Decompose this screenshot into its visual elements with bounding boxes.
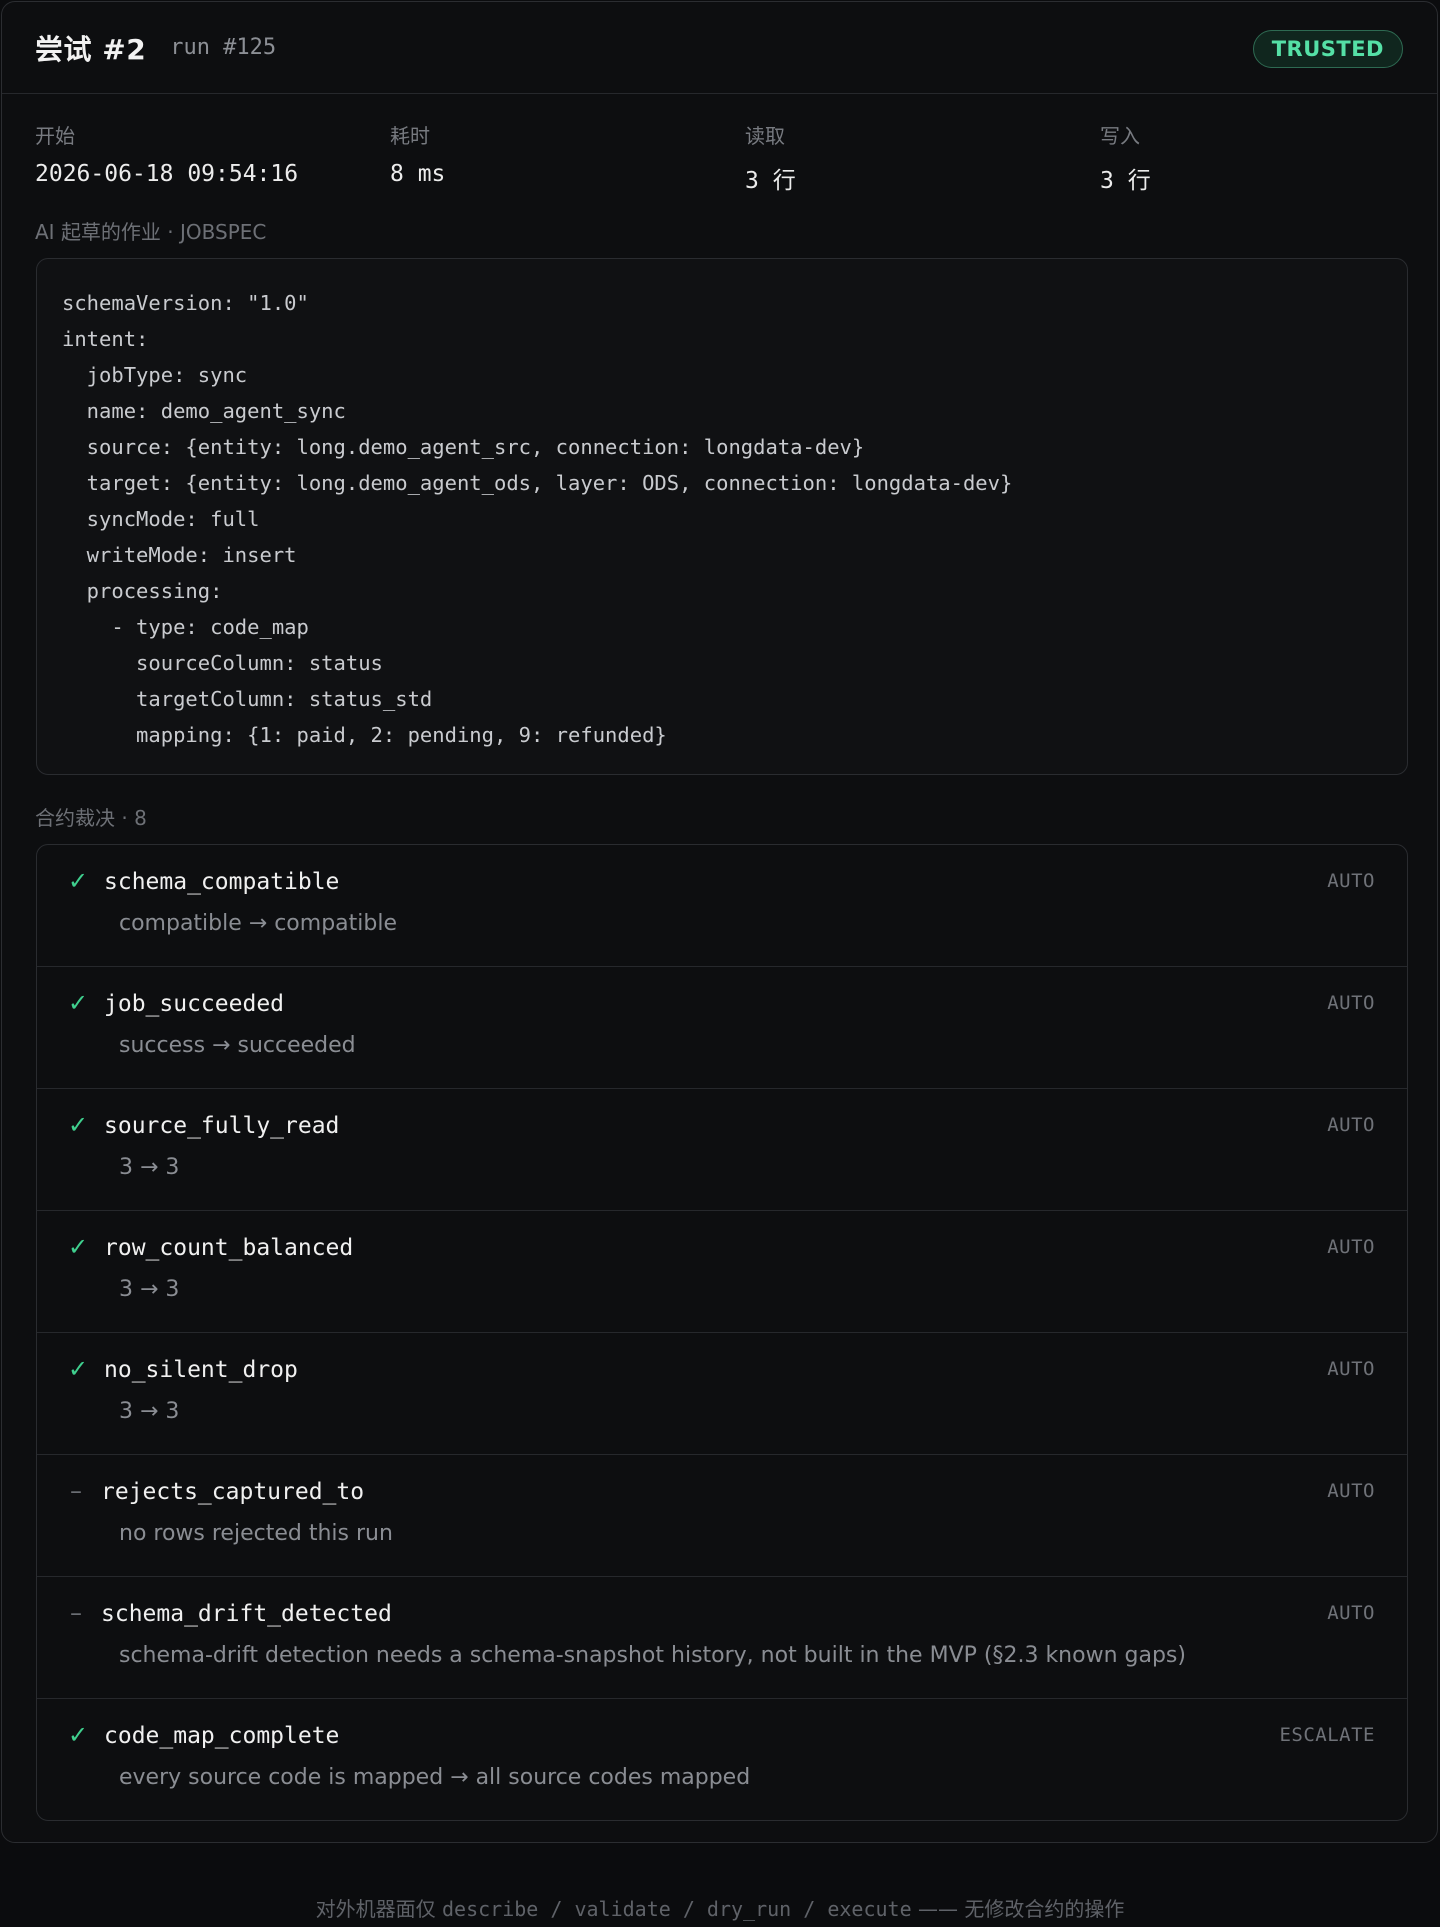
verdict-detail: every source code is mapped → all source… <box>119 1765 751 1790</box>
verdict-mode: AUTO <box>1327 1480 1375 1502</box>
attempt-card: 尝试 #2 run #125 TRUSTED 开始 2026-06-18 09:… <box>1 1 1438 1843</box>
verdict-row: ✓ row_count_balanced AUTO 3 → 3 <box>37 1211 1407 1333</box>
verdict-mode: AUTO <box>1327 1236 1375 1258</box>
verdict-name: no_silent_drop <box>104 1357 298 1383</box>
verdict-detail: success → succeeded <box>119 1033 356 1058</box>
verdict-name: rejects_captured_to <box>101 1479 365 1505</box>
check-icon: ✓ <box>68 1355 89 1383</box>
verdict-row: ✓ source_fully_read AUTO 3 → 3 <box>37 1089 1407 1211</box>
footer-prefix: 对外机器面仅 <box>315 1897 443 1921</box>
verdict-list: ✓ schema_compatible AUTO compatible → compa… <box>36 844 1408 1821</box>
attempt-title: 尝试 #2 <box>35 32 147 66</box>
verdict-row: – rejects_captured_to AUTO no rows rejected… <box>37 1455 1407 1577</box>
dash-icon: – <box>70 1599 82 1627</box>
verdict-row: ✓ code_map_complete ESCALATE every source c… <box>37 1699 1407 1820</box>
verdict-detail: compatible → compatible <box>119 911 397 936</box>
verdict-detail: 3 → 3 <box>119 1155 180 1180</box>
stat-value: 8 ms <box>390 161 446 187</box>
verdict-mode: ESCALATE <box>1279 1724 1375 1746</box>
attempt-header: 尝试 #2 run #125 TRUSTED <box>2 2 1437 94</box>
stat-label: 读取 <box>745 124 785 148</box>
check-icon: ✓ <box>68 989 89 1017</box>
stat-read: 读取 3 行 <box>745 120 796 195</box>
check-icon: ✓ <box>68 1233 89 1261</box>
stat-value: 3 行 <box>1100 168 1151 194</box>
verdict-detail: no rows rejected this run <box>119 1521 393 1546</box>
verdict-mode: AUTO <box>1327 1358 1375 1380</box>
jobspec-code-block: schemaVersion: "1.0" intent: jobType: sy… <box>36 258 1408 775</box>
check-icon: ✓ <box>68 1111 89 1139</box>
verdict-mode: AUTO <box>1327 1114 1375 1136</box>
verdicts-section-label: 合约裁决 · 8 <box>35 806 147 830</box>
footer-suffix: —— 无修改合约的操作 <box>911 1897 1125 1921</box>
verdict-name: schema_drift_detected <box>101 1601 392 1627</box>
dash-icon: – <box>70 1477 82 1505</box>
stat-written: 写入 3 行 <box>1100 120 1151 195</box>
check-icon: ✓ <box>68 867 89 895</box>
stat-label: 写入 <box>1100 124 1140 148</box>
verdict-name: job_succeeded <box>104 991 285 1017</box>
verdict-detail: schema-drift detection needs a schema-sn… <box>119 1643 1186 1668</box>
verdict-row: ✓ schema_compatible AUTO compatible → compa… <box>37 845 1407 967</box>
verdict-mode: AUTO <box>1327 870 1375 892</box>
verdict-mode: AUTO <box>1327 1602 1375 1624</box>
verdict-row: ✓ no_silent_drop AUTO 3 → 3 <box>37 1333 1407 1455</box>
verdict-name: schema_compatible <box>104 869 340 895</box>
stat-label: 开始 <box>35 124 75 148</box>
jobspec-yaml: schemaVersion: "1.0" intent: jobType: sy… <box>62 291 1013 747</box>
stat-value: 2026-06-18 09:54:16 <box>35 161 299 187</box>
verdict-mode: AUTO <box>1327 992 1375 1014</box>
verdict-detail: 3 → 3 <box>119 1277 180 1302</box>
verdict-row: ✓ job_succeeded AUTO success → succeeded <box>37 967 1407 1089</box>
verdict-name: row_count_balanced <box>104 1235 354 1261</box>
footer-operations: describe / validate / dry_run / execute <box>442 1897 912 1921</box>
verdict-detail: 3 → 3 <box>119 1399 180 1424</box>
trusted-badge: TRUSTED <box>1252 30 1403 68</box>
jobspec-section-label: AI 起草的作业 · JOBSPEC <box>35 220 267 244</box>
check-icon: ✓ <box>68 1721 89 1749</box>
stat-duration: 耗时 8 ms <box>390 120 445 187</box>
verdict-name: source_fully_read <box>104 1113 340 1139</box>
footer-note: 对外机器面仅 describe / validate / dry_run / e… <box>0 1893 1440 1922</box>
stat-value: 3 行 <box>745 168 796 194</box>
stat-start: 开始 2026-06-18 09:54:16 <box>35 120 298 187</box>
run-id: run #125 <box>170 35 277 60</box>
verdict-name: code_map_complete <box>104 1723 340 1749</box>
verdict-row: – schema_drift_detected AUTO schema-drift d… <box>37 1577 1407 1699</box>
stat-label: 耗时 <box>390 124 430 148</box>
run-stats: 开始 2026-06-18 09:54:16 耗时 8 ms 读取 3 行 写入… <box>35 120 1407 194</box>
